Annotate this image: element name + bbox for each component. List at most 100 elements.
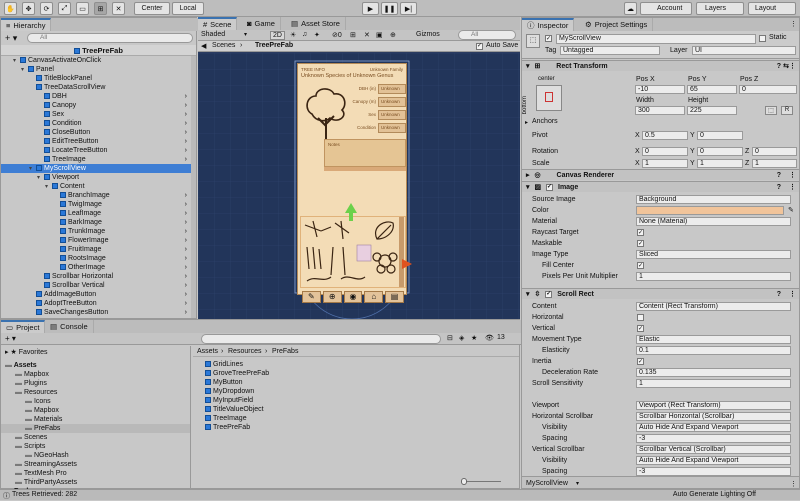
move-gizmo-up-arrow-icon[interactable] — [344, 203, 358, 221]
hierarchy-item[interactable]: Sex › — [1, 110, 191, 119]
pivot-center-toggle[interactable]: Center — [134, 2, 170, 15]
play-button[interactable]: ▶ — [362, 2, 379, 15]
breadcrumb-assets[interactable]: Assets — [197, 348, 218, 355]
layers-dropdown[interactable]: Layers — [696, 2, 744, 15]
scale-z-field[interactable]: 1 — [752, 159, 797, 168]
property-checkbox[interactable] — [637, 314, 644, 321]
project-folder-item[interactable]: ▬ Icons — [1, 397, 190, 406]
scene-search-input[interactable]: All — [458, 30, 516, 40]
eyedropper-icon[interactable]: ✎ — [788, 205, 794, 216]
hierarchy-item[interactable]: FruitImage › — [1, 245, 191, 254]
chevron-right-icon[interactable]: › — [185, 101, 187, 110]
project-file-item[interactable]: TitleValueObject — [205, 405, 505, 414]
rot-y-field[interactable]: 0 — [697, 147, 743, 156]
pivot-x-field[interactable]: 0.5 — [642, 131, 688, 140]
scroll-rect-enabled-checkbox[interactable]: ✓ — [545, 290, 553, 298]
project-folder-item[interactable]: ▬ ThirdPartyAssets — [1, 478, 190, 487]
rect-transform-header[interactable]: ▾ ⊞ Rect Transform ? ⇆ ⋮ — [522, 60, 799, 71]
object-name-field[interactable]: MyScrollView — [556, 34, 756, 44]
breadcrumb-scenes[interactable]: Scenes — [212, 42, 235, 49]
help-icon[interactable]: ? — [777, 289, 781, 300]
effects-icon[interactable]: ✦ — [314, 31, 320, 39]
hidden-packages-icon[interactable]: 👁 — [485, 334, 494, 342]
inspector-menu-icon[interactable]: ⋮ — [790, 20, 797, 28]
scroll-rect-header[interactable]: ▾ ⇳ ✓ Scroll Rect ? ⋮ — [522, 288, 799, 299]
account-dropdown[interactable]: Account — [640, 2, 692, 15]
hierarchy-item[interactable]: TreeDataScrollView — [1, 83, 191, 92]
move-tool-icon[interactable]: ✥ — [22, 2, 35, 15]
tab-inspector[interactable]: ⓘ Inspector — [522, 18, 575, 31]
scale-y-field[interactable]: 1 — [697, 159, 743, 168]
property-field[interactable]: -3 — [636, 434, 791, 443]
breadcrumb-prefabs[interactable]: PreFabs — [272, 348, 298, 355]
component-menu-icon[interactable]: ⋮ — [789, 61, 796, 72]
project-file-item[interactable]: MyInputField — [205, 396, 505, 405]
save-changes-button[interactable]: ▤ — [385, 291, 404, 303]
project-search-input[interactable] — [201, 334, 441, 344]
pivot-local-toggle[interactable]: Local — [172, 2, 204, 15]
edit-tree-button[interactable]: ✎ — [302, 291, 321, 303]
property-checkbox[interactable]: ✓ — [637, 262, 644, 269]
add-icon[interactable]: + ▾ — [5, 33, 17, 44]
snap-icon[interactable]: ⊕ — [390, 31, 396, 39]
hierarchy-item[interactable]: Scrollbar Vertical › — [1, 281, 191, 290]
project-folder-item[interactable]: ▬ Mapbox — [1, 406, 190, 415]
chevron-right-icon[interactable]: › — [185, 254, 187, 263]
tab-project-settings[interactable]: ⚙ Project Settings — [580, 18, 654, 31]
tab-scene[interactable]: # Scene — [198, 17, 238, 30]
hierarchy-item[interactable]: ▾ Panel — [1, 65, 191, 74]
adopt-tree-button[interactable]: ⌂ — [364, 291, 384, 303]
tab-console[interactable]: ▤ Console — [45, 320, 94, 333]
property-field[interactable]: 0.1 — [636, 346, 791, 355]
hierarchy-item[interactable]: SaveChangesButton › — [1, 308, 191, 317]
project-file-item[interactable]: TreePreFab — [205, 423, 505, 432]
project-folder-item[interactable]: ▬ Materials — [1, 415, 190, 424]
chevron-right-icon[interactable]: › — [185, 281, 187, 290]
anchor-preset-button[interactable] — [536, 85, 562, 111]
chevron-right-icon[interactable]: › — [185, 263, 187, 272]
hierarchy-item[interactable]: TakePhotoPanel — [1, 317, 191, 318]
pos-y-field[interactable]: 65 — [687, 85, 737, 94]
layer-dropdown[interactable]: UI — [692, 46, 796, 55]
project-folder-item[interactable]: ▬ Mapbox — [1, 370, 190, 379]
hierarchy-item[interactable]: TrunkImage › — [1, 227, 191, 236]
help-icon[interactable]: ? — [777, 170, 781, 181]
scene-viewport[interactable]: TREE INFO Unknown Family Unknown Species… — [198, 53, 520, 319]
image-enabled-checkbox[interactable]: ✓ — [546, 183, 554, 191]
component-menu-icon[interactable]: ⋮ — [789, 289, 796, 300]
tab-asset-store[interactable]: ▤ Asset Store — [286, 17, 346, 30]
raw-edit-button[interactable]: R — [781, 106, 793, 115]
move-gizmo-right-arrow-icon[interactable] — [398, 259, 412, 269]
hierarchy-item[interactable]: Condition › — [1, 119, 191, 128]
project-file-item[interactable]: GroveTreePreFab — [205, 369, 505, 378]
preview-chevron-icon[interactable]: ▾ — [576, 480, 579, 487]
chevron-right-icon[interactable]: › — [185, 218, 187, 227]
tools-icon[interactable]: ✕ — [364, 31, 370, 39]
project-file-item[interactable]: MyButton — [205, 378, 505, 387]
layout-dropdown[interactable]: Layout — [748, 2, 796, 15]
project-folder-item[interactable]: ▬ StreamingAssets — [1, 460, 190, 469]
rotate-tool-icon[interactable]: ⟳ — [40, 2, 53, 15]
chevron-right-icon[interactable]: › — [185, 92, 187, 101]
breadcrumb-prefab[interactable]: TreePreFab — [255, 42, 293, 49]
camera-icon[interactable]: ▣ — [376, 31, 383, 39]
property-field[interactable]: Auto Hide And Expand Viewport — [636, 423, 791, 432]
auto-save-checkbox[interactable]: ✓ — [476, 43, 483, 50]
hierarchy-item[interactable]: ▾ CanvasActivateOnClick — [1, 56, 191, 65]
component-menu-icon[interactable]: ⋮ — [789, 170, 796, 181]
property-field[interactable]: Viewport (Rect Transform) — [636, 401, 791, 410]
shading-dropdown[interactable]: Shaded — [201, 31, 225, 38]
project-folder-item[interactable]: ▬ TextMesh Pro — [1, 469, 190, 478]
back-icon[interactable]: ◀ — [201, 42, 206, 50]
hierarchy-item[interactable]: RootsImage › — [1, 254, 191, 263]
favorites-row[interactable]: ▸ ★ Favorites — [5, 348, 190, 357]
chevron-right-icon[interactable]: › — [185, 110, 187, 119]
hierarchy-item[interactable]: ▾ Content — [1, 182, 191, 191]
property-field[interactable]: Content (Rect Transform) — [636, 302, 791, 311]
pos-x-field[interactable]: -10 — [635, 85, 685, 94]
hierarchy-item[interactable]: TwigImage › — [1, 200, 191, 209]
property-field[interactable]: Elastic — [636, 335, 791, 344]
preview-menu-icon[interactable]: ⋮ — [790, 480, 797, 488]
active-checkbox[interactable]: ✓ — [545, 35, 552, 42]
hierarchy-item[interactable]: ▾ Viewport — [1, 173, 191, 182]
